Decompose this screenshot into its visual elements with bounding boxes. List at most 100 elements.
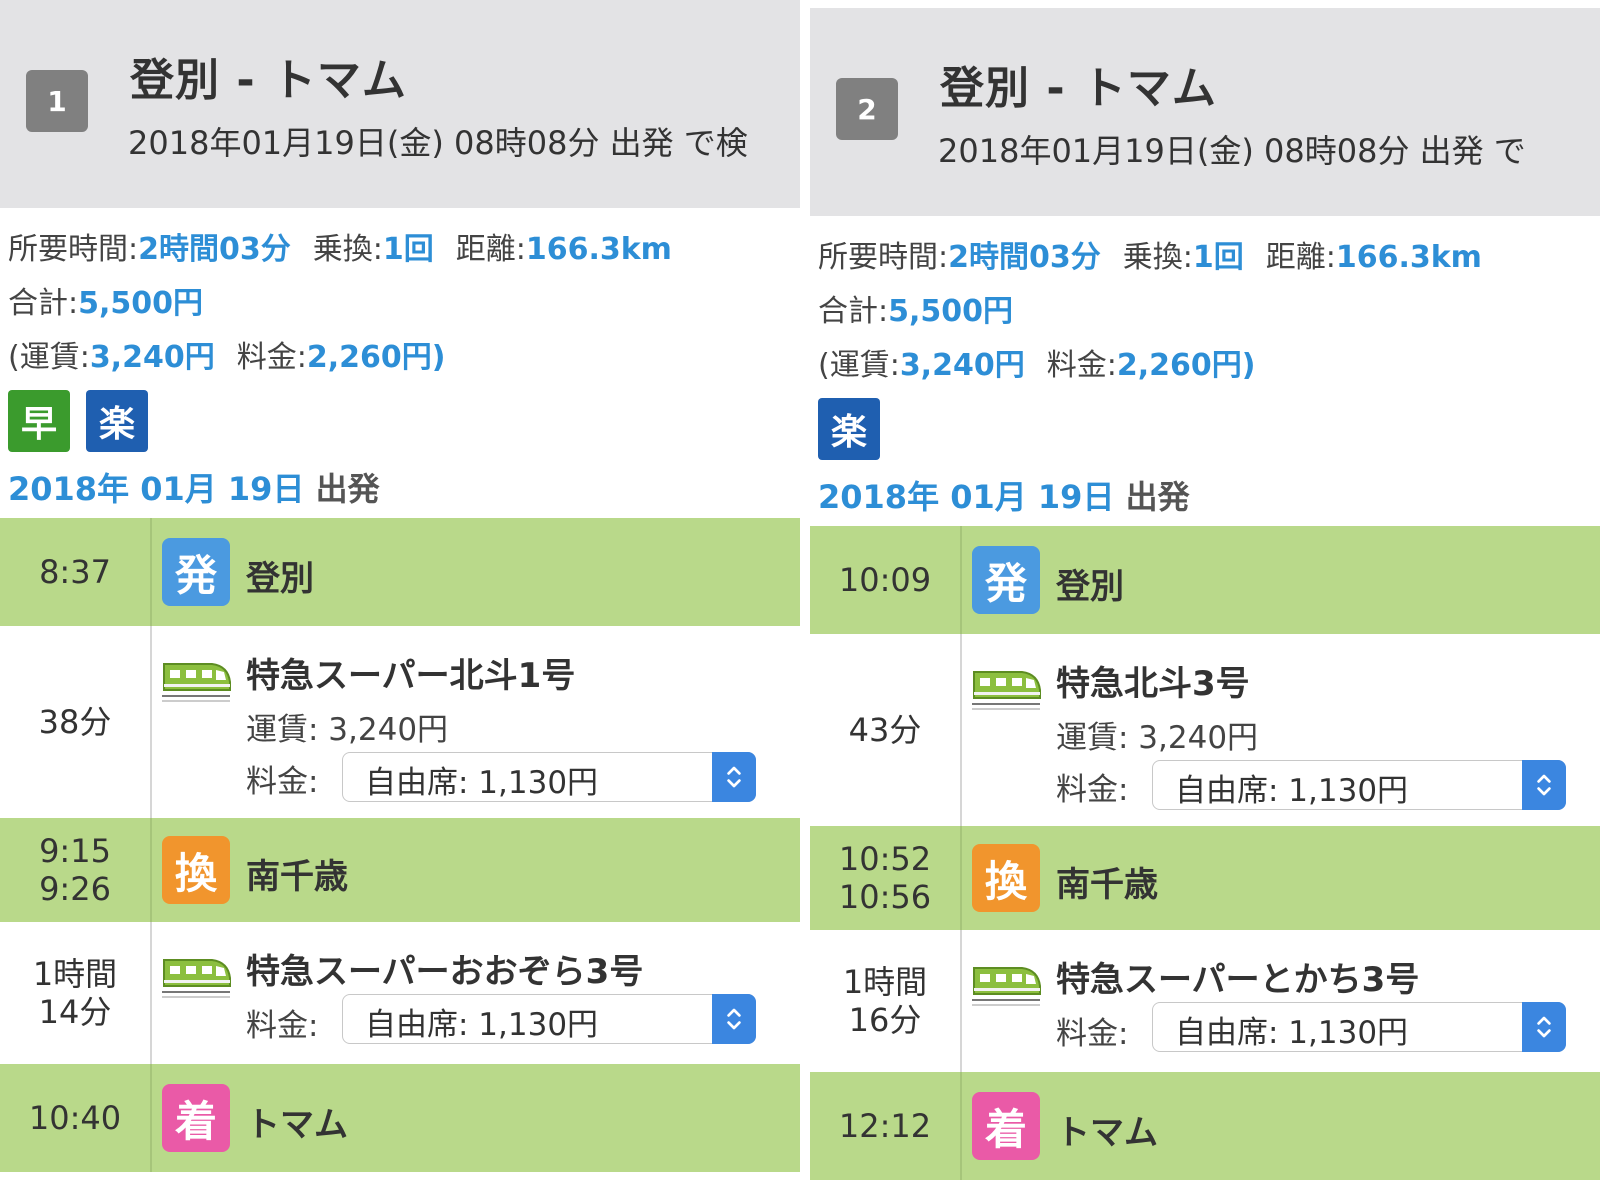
train-icon [970,662,1042,714]
train-fare: 運賃: 3,240円 [246,712,449,748]
fee-label: 料金: [1056,772,1129,808]
transfers-value: 1回 [1192,240,1244,275]
transfer-badge: 換 [162,836,230,904]
transfer-badge: 換 [972,844,1040,912]
time-text: 16分 [848,1001,922,1039]
departure-date: 2018年 01月 19日 出発 [8,464,798,510]
train-icon [160,950,232,1002]
time-text: 10:52 [838,840,932,878]
seat-fee-select[interactable]: 自由席: 1,130円 [342,752,756,802]
train-name[interactable]: 特急スーパーとかち3号 [1056,952,1419,1001]
time-text: 10:09 [838,561,932,599]
departure-month: 01月 [950,478,1027,516]
fee-value: 2,260円) [1116,348,1256,383]
station-row: 9:15 9:26 換南千歳 [0,818,800,922]
seat-fee-option: 自由席: 1,130円 [365,765,599,801]
time-text: 38分 [38,703,112,741]
fare-value: 3,240円 [89,340,215,375]
easiest-tag: 楽 [818,398,880,460]
summary-line-total: 合計:5,500円 [818,290,1600,344]
updown-chevron-icon[interactable] [1522,1002,1566,1052]
train-name[interactable]: 特急スーパーおおぞら3号 [246,944,643,993]
duration-value: 2時間03分 [138,232,291,267]
station-row: 10:09 発登別 [810,526,1600,634]
transfers-value: 1回 [382,232,434,267]
distance-label: 距離: [455,232,526,267]
column-divider [150,626,152,818]
time-text: 14分 [38,993,112,1031]
route-panel-1: 1 登別 - トマム 2018年01月19日(金) 08時08分 出発 で検 所要時間… [0,0,800,1198]
time-text: 1時間 [32,955,118,993]
duration-value: 2時間03分 [948,240,1101,275]
easiest-tag: 楽 [86,390,148,452]
seat-fee-select[interactable]: 自由席: 1,130円 [342,994,756,1044]
station-name[interactable]: 登別 [1056,559,1124,608]
seat-fee-option: 自由席: 1,130円 [1175,1015,1409,1051]
ride-duration: 38分 [0,626,150,818]
station-name[interactable]: トマム [246,1097,348,1146]
route-panel-2: 2 登別 - トマム 2018年01月19日(金) 08時08分 出発 で所要時間:… [810,8,1600,1198]
time-text: 12:12 [838,1107,932,1145]
total-label: 合計: [8,286,79,321]
fare-label: (運賃: [8,340,90,375]
ride-row: 38分 特急スーパー北斗1号 運賃: 3,240円 料金: 自由席: 1,130円 [0,626,800,818]
departure-suffix: 出発 [1125,478,1190,516]
duration-label: 所要時間: [818,240,949,275]
updown-chevron-icon[interactable] [1522,760,1566,810]
fastest-tag: 早 [8,390,70,452]
departure-year: 2018年 [8,470,130,508]
distance-value: 166.3km [1335,240,1482,275]
fare-value: 3,240円 [899,348,1025,383]
train-name[interactable]: 特急北斗3号 [1056,656,1250,705]
total-value: 5,500円 [888,294,1014,329]
panel-divider [800,0,810,1198]
column-divider [960,930,962,1072]
time-text: 9:15 [39,832,111,870]
station-time: 12:12 [810,1072,960,1180]
column-divider [150,922,152,1064]
ride-row: 1時間 14分 特急スーパーおおぞら3号料金: 自由席: 1,130円 [0,922,800,1064]
duration-label: 所要時間: [8,232,139,267]
departure-day: 19日 [1037,478,1115,516]
station-time: 10:40 [0,1064,150,1172]
ride-row: 43分 特急北斗3号運賃: 3,240円 料金: 自由席: 1,130円 [810,634,1600,826]
route-summary: 所要時間:2時間03分 乗換:1回 距離:166.3km 合計:5,500円 (運賃:3… [8,228,798,510]
column-divider [150,818,152,922]
seat-fee-option: 自由席: 1,130円 [1175,773,1409,809]
departure-suffix: 出発 [315,470,380,508]
transfers-label: 乗換: [312,232,383,267]
depart-badge: 発 [162,538,230,606]
fee-label: 料金: [1056,1016,1129,1052]
total-label: 合計: [818,294,889,329]
search-condition: 2018年01月19日(金) 08時08分 出発 で [938,132,1526,170]
route-header: 1 登別 - トマム 2018年01月19日(金) 08時08分 出発 で検 [0,0,800,208]
ride-duration: 43分 [810,634,960,826]
depart-badge: 発 [972,546,1040,614]
column-divider [960,526,962,634]
summary-line-duration: 所要時間:2時間03分 乗換:1回 距離:166.3km [818,236,1600,290]
fee-value: 2,260円) [306,340,446,375]
fee-label: 料金: [246,1008,319,1044]
updown-chevron-icon[interactable] [712,752,756,802]
distance-label: 距離: [1265,240,1336,275]
seat-fee-option: 自由席: 1,130円 [365,1007,599,1043]
fee-label: 料金: [1046,348,1117,383]
station-name[interactable]: トマム [1056,1105,1158,1154]
station-time: 9:15 9:26 [0,818,150,922]
arrive-badge: 着 [162,1084,230,1152]
route-tags: 楽 [818,398,1600,468]
train-name[interactable]: 特急スーパー北斗1号 [246,648,575,697]
departure-date: 2018年 01月 19日 出発 [818,472,1600,518]
time-text: 10:40 [28,1099,122,1137]
departure-day: 19日 [227,470,305,508]
station-name[interactable]: 南千歳 [246,849,348,898]
updown-chevron-icon[interactable] [712,994,756,1044]
route-summary: 所要時間:2時間03分 乗換:1回 距離:166.3km 合計:5,500円 (運賃:3… [818,236,1600,518]
station-row: 8:37 発登別 [0,518,800,626]
seat-fee-select[interactable]: 自由席: 1,130円 [1152,760,1566,810]
train-fare: 運賃: 3,240円 [1056,720,1259,756]
station-time: 10:09 [810,526,960,634]
seat-fee-select[interactable]: 自由席: 1,130円 [1152,1002,1566,1052]
station-name[interactable]: 登別 [246,551,314,600]
station-name[interactable]: 南千歳 [1056,857,1158,906]
